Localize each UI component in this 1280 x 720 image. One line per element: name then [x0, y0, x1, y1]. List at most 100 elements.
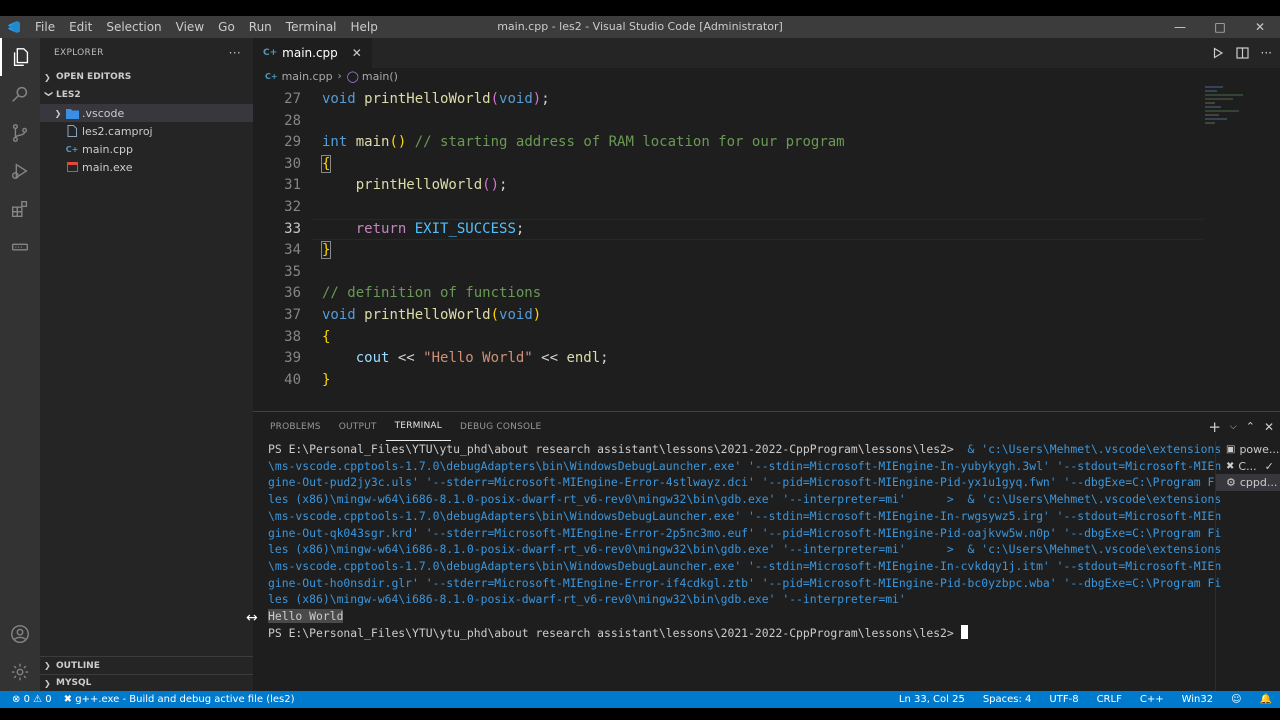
open-editors-section[interactable]: ❯ OPEN EDITORS: [40, 68, 253, 86]
breadcrumb-symbol[interactable]: main(): [362, 70, 398, 83]
close-window-icon[interactable]: ✕: [1240, 16, 1280, 38]
account-icon[interactable]: [0, 615, 40, 653]
feedback-icon[interactable]: ☺: [1231, 694, 1241, 705]
encoding[interactable]: UTF-8: [1049, 694, 1078, 705]
tab-debug-console[interactable]: DEBUG CONSOLE: [451, 412, 550, 441]
menu-view[interactable]: View: [169, 16, 211, 38]
code-line: 38{: [253, 327, 1203, 349]
menu-selection[interactable]: Selection: [99, 16, 168, 38]
menu-go[interactable]: Go: [211, 16, 242, 38]
new-terminal-icon[interactable]: +: [1208, 418, 1221, 436]
line-number: 39: [284, 350, 301, 367]
task-status[interactable]: ✖ g++.exe - Build and debug active file …: [64, 694, 295, 705]
code-token: EXIT_SUCCESS: [414, 220, 516, 237]
tab-problems[interactable]: PROBLEMS: [261, 412, 330, 441]
more-actions-icon[interactable]: ···: [229, 46, 241, 60]
code-token: void: [322, 306, 356, 323]
code-line: 31 printHelloWorld();: [253, 175, 1203, 197]
notifications-icon[interactable]: 🔔: [1260, 694, 1272, 705]
terminal-list-item-task[interactable]: ✖ C... ✓: [1216, 458, 1280, 475]
tree-item-main-exe[interactable]: main.exe: [40, 158, 253, 176]
code-token: int: [322, 134, 348, 151]
extensions-icon[interactable]: [0, 190, 40, 228]
code-token: cout: [355, 350, 390, 367]
activity-bar-bottom: [0, 615, 40, 691]
code-line: 32: [253, 197, 1203, 219]
explorer-icon[interactable]: [0, 38, 40, 76]
terminal-command: gine-Out-qk043sgr.krd' '--stderr=Microso…: [268, 525, 1222, 540]
platform[interactable]: Win32: [1182, 694, 1214, 705]
letterbox-bottom: [0, 708, 1280, 720]
code-editor[interactable]: 27 void printHelloWorld(void); 28 29 int m…: [253, 89, 1203, 391]
line-number: 34: [284, 242, 301, 259]
bottom-panel: PROBLEMS OUTPUT TERMINAL DEBUG CONSOLE +…: [253, 411, 1280, 691]
minimap[interactable]: [1203, 83, 1273, 143]
remote-explorer-icon[interactable]: [0, 228, 40, 266]
terminal-command: \ms-vscode.cpptools-1.7.0\debugAdapters\…: [268, 508, 1222, 523]
search-icon[interactable]: [0, 76, 40, 114]
terminal-list-item-powershell[interactable]: ▣ powe...: [1216, 441, 1280, 458]
split-editor-icon[interactable]: [1235, 47, 1249, 59]
outline-section[interactable]: ❯ OUTLINE: [40, 657, 253, 674]
vscode-window: File Edit Selection View Go Run Terminal…: [0, 0, 1280, 720]
cpp-file-icon: C+: [263, 48, 278, 58]
menu-terminal[interactable]: Terminal: [279, 16, 344, 38]
chevron-down-icon[interactable]: ⌵: [1230, 422, 1237, 432]
terminal-command: les (x86)\mingw-w64\i686-8.1.0-posix-dwa…: [268, 492, 1222, 507]
indentation[interactable]: Spaces: 4: [983, 694, 1032, 705]
chevron-up-icon[interactable]: ⌃: [1246, 420, 1255, 433]
terminal-output[interactable]: PS E:\Personal_Files\YTU\ytu_phd\about r…: [268, 441, 1221, 641]
tools-icon: ✖: [63, 694, 73, 705]
maximize-icon[interactable]: □: [1200, 16, 1240, 38]
line-ending[interactable]: CRLF: [1097, 694, 1122, 705]
manage-gear-icon[interactable]: [0, 653, 40, 691]
close-icon[interactable]: ✕: [352, 46, 362, 60]
check-icon: ✓: [1264, 459, 1274, 473]
tree-item-vscode[interactable]: ❯ .vscode: [40, 104, 253, 122]
terminal-list-label: C...: [1238, 459, 1257, 473]
more-actions-icon[interactable]: ···: [1261, 46, 1272, 60]
code-line: 27 void printHelloWorld(void);: [253, 89, 1203, 111]
resize-horizontal-icon[interactable]: ↔: [246, 610, 258, 626]
problems-status[interactable]: ⊗ 0 ⚠ 0: [12, 694, 52, 705]
tree-item-main-cpp[interactable]: C+ main.cpp: [40, 140, 253, 158]
explorer-title: EXPLORER: [54, 48, 104, 58]
terminal-command: \ms-vscode.cpptools-1.7.0\debugAdapters\…: [268, 558, 1222, 573]
breadcrumb-file[interactable]: main.cpp: [282, 70, 333, 83]
menu-run[interactable]: Run: [242, 16, 279, 38]
code-token: printHelloWorld: [355, 177, 483, 194]
tab-output[interactable]: OUTPUT: [330, 412, 386, 441]
warning-icon: ⚠: [33, 694, 43, 705]
tab-terminal[interactable]: TERMINAL: [385, 412, 451, 441]
folder-section[interactable]: ❯ LES2: [40, 86, 253, 104]
editor-tabs: C+ main.cpp ✕ ···: [253, 38, 1280, 68]
menu-help[interactable]: Help: [344, 16, 385, 38]
terminal-command: gine-Out-ho0nsdir.glr' '--stderr=Microso…: [268, 575, 1222, 590]
source-control-icon[interactable]: [0, 114, 40, 152]
gear-icon: ⚙: [1226, 476, 1236, 490]
editor-actions: ···: [1212, 38, 1272, 68]
menu-file[interactable]: File: [28, 16, 62, 38]
tree-item-les2-camproj[interactable]: les2.camproj: [40, 122, 253, 140]
line-number: 32: [284, 198, 301, 215]
warning-count: 0: [45, 694, 52, 705]
folder-icon: [64, 108, 80, 119]
chevron-right-icon: ❯: [44, 72, 51, 82]
run-icon[interactable]: [1212, 47, 1224, 59]
minimize-icon[interactable]: —: [1160, 16, 1200, 38]
language-mode[interactable]: C++: [1140, 694, 1164, 705]
explorer-sidebar: EXPLORER ··· ❯ OPEN EDITORS ❯ LES2 ❯ .vs…: [40, 38, 253, 691]
tab-main-cpp[interactable]: C+ main.cpp ✕: [253, 38, 372, 68]
code-line-current: 33 return EXIT_SUCCESS;: [253, 218, 1203, 241]
run-debug-icon[interactable]: [0, 152, 40, 190]
cursor-position[interactable]: Ln 33, Col 25: [899, 694, 965, 705]
tree-item-label: les2.camproj: [82, 124, 153, 138]
sidebar-bottom-sections: ❯ OUTLINE ❯ MYSQL: [40, 656, 253, 691]
close-panel-icon[interactable]: ✕: [1264, 420, 1274, 434]
line-number: 33: [284, 220, 301, 237]
code-line: 35: [253, 262, 1203, 284]
menu-edit[interactable]: Edit: [62, 16, 99, 38]
terminal-list-item-cppdbg[interactable]: ⚙ cppd...: [1216, 474, 1280, 492]
terminal-prompt: PS E:\Personal_Files\YTU\ytu_phd\about r…: [268, 442, 961, 456]
mysql-section[interactable]: ❯ MYSQL: [40, 674, 253, 691]
